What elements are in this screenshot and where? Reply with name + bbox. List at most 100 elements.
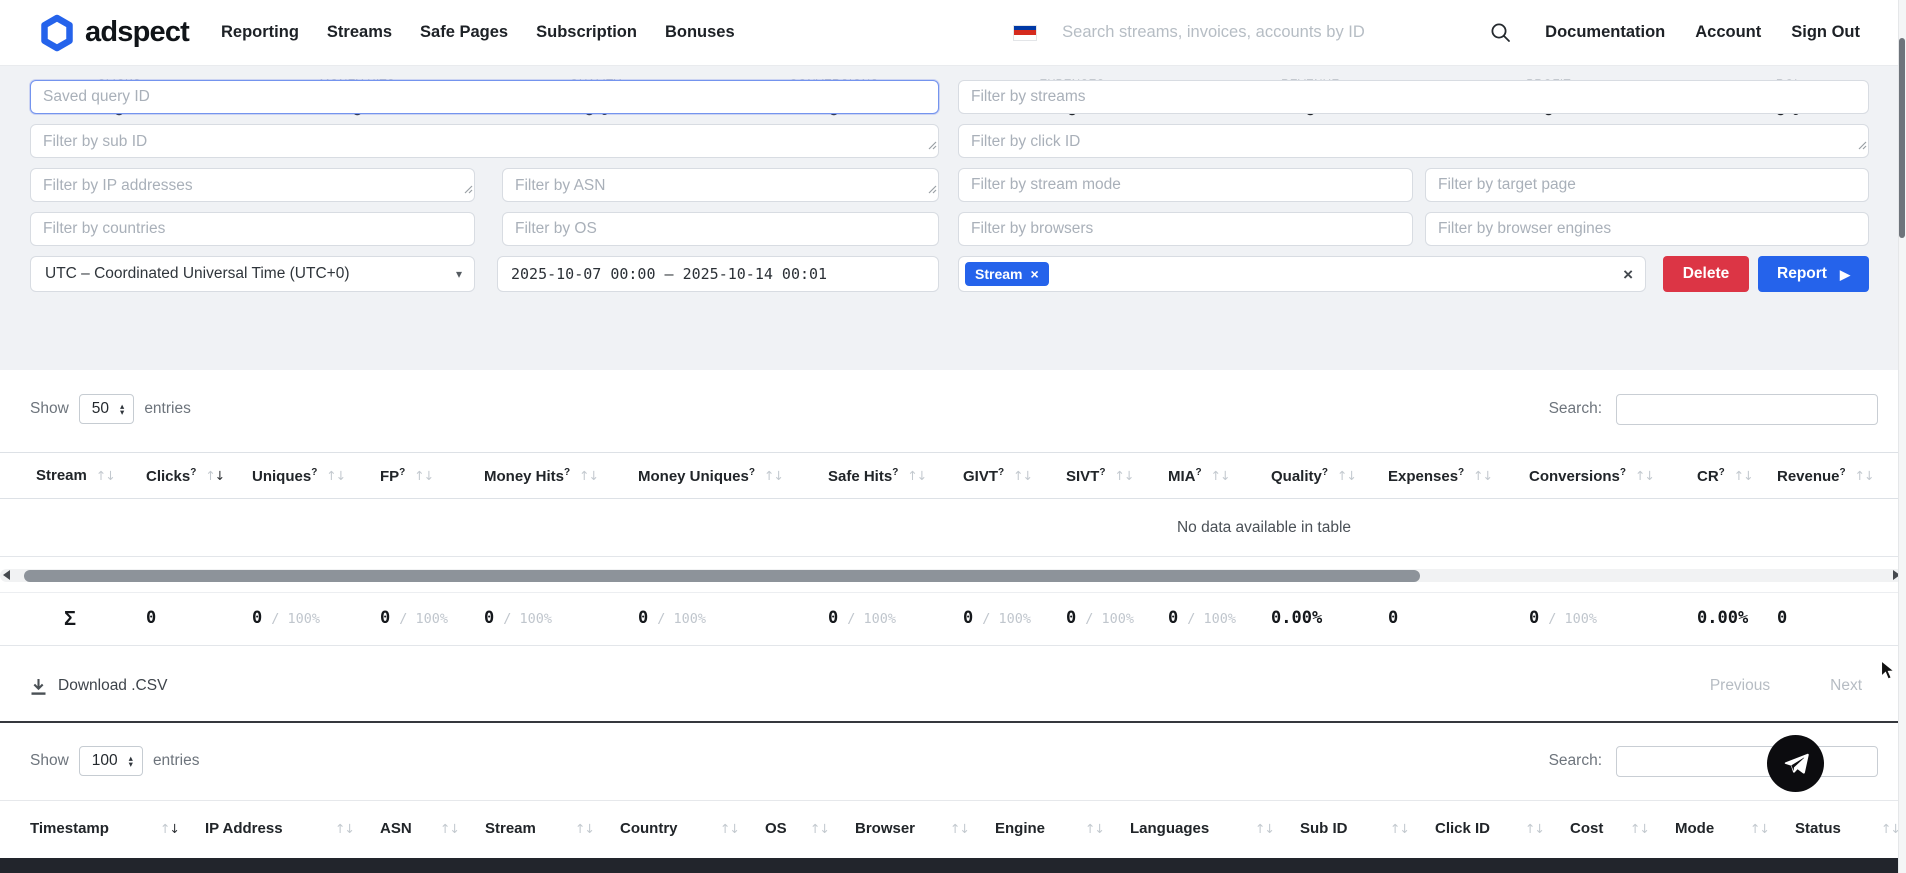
column-header-os[interactable]: OS ↑↓ <box>765 801 855 855</box>
filter-browsers-input[interactable] <box>958 212 1413 246</box>
nav-safe-pages[interactable]: Safe Pages <box>420 23 508 42</box>
nav-account[interactable]: Account <box>1695 23 1761 42</box>
horizontal-scrollbar[interactable] <box>0 566 1906 586</box>
global-search-input[interactable] <box>1062 23 1462 42</box>
date-range-input[interactable] <box>497 256 939 292</box>
report-button[interactable]: Report ▶ <box>1758 256 1869 292</box>
sort-icon[interactable]: ↑↓ <box>579 468 598 483</box>
timezone-select[interactable]: UTC – Coordinated Universal Time (UTC+0)… <box>30 256 475 292</box>
column-header-revenue[interactable]: Revenue? ↑↓ <box>1777 453 1869 498</box>
sort-icon[interactable]: ↑↓ <box>1211 468 1230 483</box>
filter-target-page-input[interactable] <box>1425 168 1869 202</box>
column-header-languages[interactable]: Languages ↑↓ <box>1130 801 1300 855</box>
filter-stream-mode-input[interactable] <box>958 168 1413 202</box>
nav-sign-out[interactable]: Sign Out <box>1791 23 1860 42</box>
filter-asn-textarea[interactable] <box>502 168 939 202</box>
clicks-table-search-input[interactable] <box>1616 746 1878 777</box>
sort-icon[interactable]: ↑↓ <box>1855 468 1874 483</box>
scrollbar-thumb[interactable] <box>1899 38 1905 238</box>
scrollbar-thumb[interactable] <box>24 570 1420 582</box>
sort-icon[interactable]: ↑↓ <box>810 821 829 836</box>
sort-icon[interactable]: ↑↓ <box>907 468 926 483</box>
column-header-stream[interactable]: Stream ↑↓ <box>485 801 620 855</box>
previous-page-button[interactable]: Previous <box>1710 677 1770 695</box>
column-header-quality[interactable]: Quality? ↑↓ <box>1271 453 1388 498</box>
sort-icon[interactable]: ↑↓ <box>764 468 783 483</box>
column-header-cr[interactable]: CR? ↑↓ <box>1697 453 1777 498</box>
column-header-status[interactable]: Status ↑↓ <box>1795 801 1906 855</box>
sort-icon[interactable]: ↑↓ <box>1255 821 1274 836</box>
sort-icon[interactable]: ↑↓ <box>335 821 354 836</box>
russian-flag-icon[interactable] <box>1014 26 1036 40</box>
delete-button[interactable]: Delete <box>1663 256 1749 292</box>
sort-icon[interactable]: ↑↓ <box>1750 821 1769 836</box>
column-header-givt[interactable]: GIVT? ↑↓ <box>963 453 1066 498</box>
column-header-mode[interactable]: Mode ↑↓ <box>1675 801 1795 855</box>
column-header-cost[interactable]: Cost ↑↓ <box>1570 801 1675 855</box>
sort-icon[interactable]: ↑↓ <box>1635 468 1654 483</box>
sort-icon[interactable]: ↑↓ <box>1473 468 1492 483</box>
column-header-fp[interactable]: FP? ↑↓ <box>380 453 484 498</box>
next-page-button[interactable]: Next <box>1830 677 1862 695</box>
sort-icon[interactable]: ↑↓ <box>414 468 433 483</box>
filter-click-id-textarea[interactable] <box>958 124 1869 158</box>
sort-icon[interactable]: ↑↓ <box>1114 468 1133 483</box>
column-header-stream[interactable]: Stream ↑↓ <box>36 453 146 498</box>
saved-query-input[interactable] <box>30 80 939 114</box>
column-header-sub-id[interactable]: Sub ID ↑↓ <box>1300 801 1435 855</box>
column-header-clicks[interactable]: Clicks? ↑↓ <box>146 453 252 498</box>
tag-remove-icon[interactable]: × <box>1030 266 1038 282</box>
sort-icon[interactable]: ↑↓ <box>205 468 224 483</box>
clear-tags-icon[interactable]: × <box>1623 266 1633 283</box>
page-size-select[interactable]: 50 ▴▾ <box>79 394 135 424</box>
scroll-left-arrow-icon[interactable] <box>3 570 10 580</box>
nav-reporting[interactable]: Reporting <box>221 23 299 42</box>
sort-icon[interactable]: ↑↓ <box>720 821 739 836</box>
sort-icon[interactable]: ↑↓ <box>326 468 345 483</box>
stream-tag[interactable]: Stream × <box>965 262 1049 286</box>
column-header-expenses[interactable]: Expenses? ↑↓ <box>1388 453 1529 498</box>
telegram-button[interactable] <box>1767 735 1824 792</box>
filter-sub-id-textarea[interactable] <box>30 124 939 158</box>
filter-countries-input[interactable] <box>30 212 475 246</box>
logo[interactable]: adspect <box>40 14 189 52</box>
column-header-ip-address[interactable]: IP Address ↑↓ <box>205 801 380 855</box>
sort-icon[interactable]: ↑↓ <box>96 468 115 483</box>
column-header-mia[interactable]: MIA? ↑↓ <box>1168 453 1271 498</box>
search-icon[interactable] <box>1490 22 1511 43</box>
column-header-browser[interactable]: Browser ↑↓ <box>855 801 995 855</box>
column-header-engine[interactable]: Engine ↑↓ <box>995 801 1130 855</box>
nav-bonuses[interactable]: Bonuses <box>665 23 735 42</box>
report-table-search-input[interactable] <box>1616 394 1878 425</box>
group-by-tags-box[interactable]: Stream × × <box>958 256 1646 292</box>
filter-streams-input[interactable] <box>958 80 1869 114</box>
vertical-scrollbar[interactable] <box>1898 0 1906 873</box>
filter-os-input[interactable] <box>502 212 939 246</box>
column-header-uniques[interactable]: Uniques? ↑↓ <box>252 453 380 498</box>
sort-icon[interactable]: ↑↓ <box>1085 821 1104 836</box>
column-header-conversions[interactable]: Conversions? ↑↓ <box>1529 453 1697 498</box>
nav-subscription[interactable]: Subscription <box>536 23 637 42</box>
column-header-money-uniques[interactable]: Money Uniques? ↑↓ <box>638 453 828 498</box>
sort-icon[interactable]: ↑↓ <box>1525 821 1544 836</box>
column-header-timestamp[interactable]: Timestamp ↑↓ <box>30 801 205 855</box>
nav-streams[interactable]: Streams <box>327 23 392 42</box>
sort-icon[interactable]: ↑↓ <box>440 821 459 836</box>
page-size-select[interactable]: 100 ▴▾ <box>79 746 143 776</box>
filter-browser-engines-input[interactable] <box>1425 212 1869 246</box>
nav-documentation[interactable]: Documentation <box>1545 23 1665 42</box>
column-header-safe-hits[interactable]: Safe Hits? ↑↓ <box>828 453 963 498</box>
filter-ip-textarea[interactable] <box>30 168 475 202</box>
sort-icon[interactable]: ↑↓ <box>1337 468 1356 483</box>
column-header-money-hits[interactable]: Money Hits? ↑↓ <box>484 453 638 498</box>
sort-icon[interactable]: ↑↓ <box>1013 468 1032 483</box>
sort-icon[interactable]: ↑↓ <box>950 821 969 836</box>
column-header-country[interactable]: Country ↑↓ <box>620 801 765 855</box>
sort-icon[interactable]: ↑↓ <box>1630 821 1649 836</box>
sort-icon[interactable]: ↑↓ <box>160 821 179 836</box>
sort-icon[interactable]: ↑↓ <box>1390 821 1409 836</box>
download-csv-button[interactable]: Download .CSV <box>30 677 167 695</box>
column-header-sivt[interactable]: SIVT? ↑↓ <box>1066 453 1168 498</box>
column-header-click-id[interactable]: Click ID ↑↓ <box>1435 801 1570 855</box>
sort-icon[interactable]: ↑↓ <box>575 821 594 836</box>
